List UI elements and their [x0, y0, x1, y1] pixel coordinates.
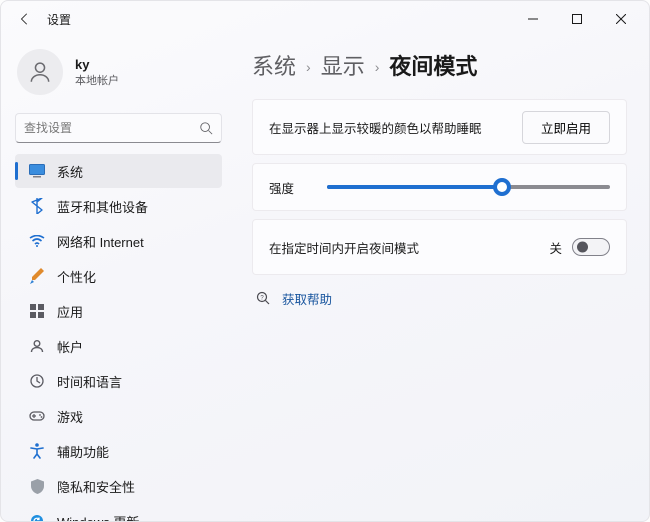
nav-item-privacy[interactable]: 隐私和安全性: [15, 469, 222, 503]
window-title: 设置: [47, 11, 71, 28]
account-icon: [29, 338, 45, 354]
page-title: 夜间模式: [389, 49, 477, 81]
chevron-right-icon: ›: [375, 59, 380, 75]
toggle-knob: [577, 242, 588, 253]
nav-label: 辅助功能: [57, 442, 109, 461]
close-icon: [616, 14, 626, 24]
nav-label: 时间和语言: [57, 372, 122, 391]
search-box[interactable]: [15, 113, 222, 143]
help-section: ? 获取帮助: [252, 289, 627, 308]
bluetooth-icon: [29, 198, 45, 214]
nav-label: 个性化: [57, 267, 96, 286]
schedule-state: 关: [549, 238, 562, 257]
schedule-label: 在指定时间内开启夜间模式: [269, 238, 549, 257]
breadcrumb-root[interactable]: 系统: [252, 49, 296, 81]
enable-description: 在显示器上显示较暖的颜色以帮助睡眠: [269, 118, 510, 137]
nav-item-apps[interactable]: 应用: [15, 294, 222, 328]
nav-item-personalization[interactable]: 个性化: [15, 259, 222, 293]
nav-list: 系统 蓝牙和其他设备 网络和 Internet 个性化 应用: [9, 153, 228, 521]
update-icon: [29, 513, 45, 521]
settings-window: 设置 ky 本地帐户 系统: [0, 0, 650, 522]
minimize-icon: [528, 14, 538, 24]
nav-label: 游戏: [57, 407, 83, 426]
accessibility-icon: [29, 443, 45, 459]
help-icon: ?: [256, 291, 272, 307]
chevron-right-icon: ›: [306, 59, 311, 75]
maximize-button[interactable]: [555, 5, 599, 33]
strength-label: 强度: [269, 178, 309, 197]
breadcrumb: 系统 › 显示 › 夜间模式: [252, 49, 627, 81]
search-icon: [199, 121, 213, 135]
nav-item-gaming[interactable]: 游戏: [15, 399, 222, 433]
nav-label: 隐私和安全性: [57, 477, 135, 496]
close-button[interactable]: [599, 5, 643, 33]
breadcrumb-parent[interactable]: 显示: [321, 49, 365, 81]
sidebar: ky 本地帐户 系统 蓝牙和其他设备 网络和 In: [1, 37, 236, 521]
slider-thumb[interactable]: [493, 178, 511, 196]
slider-fill: [327, 185, 502, 189]
wifi-icon: [29, 233, 45, 249]
nav-item-time-language[interactable]: 时间和语言: [15, 364, 222, 398]
schedule-toggle[interactable]: [572, 238, 610, 256]
nav-item-system[interactable]: 系统: [15, 154, 222, 188]
maximize-icon: [572, 14, 582, 24]
apps-icon: [29, 303, 45, 319]
system-icon: [29, 163, 45, 179]
main-content: 系统 › 显示 › 夜间模式 在显示器上显示较暖的颜色以帮助睡眠 立即启用 强度: [236, 37, 649, 521]
titlebar: 设置: [1, 1, 649, 37]
enable-card: 在显示器上显示较暖的颜色以帮助睡眠 立即启用: [252, 99, 627, 155]
nav-label: 系统: [57, 162, 83, 181]
nav-item-accessibility[interactable]: 辅助功能: [15, 434, 222, 468]
back-button[interactable]: [13, 7, 37, 31]
strength-card: 强度: [252, 163, 627, 211]
brush-icon: [29, 268, 45, 284]
enable-now-button[interactable]: 立即启用: [522, 111, 610, 144]
profile-block[interactable]: ky 本地帐户: [9, 43, 228, 109]
person-icon: [27, 59, 53, 85]
clock-globe-icon: [29, 373, 45, 389]
search-input[interactable]: [24, 121, 199, 135]
arrow-left-icon: [18, 12, 32, 26]
nav-label: 网络和 Internet: [57, 232, 144, 251]
profile-subtitle: 本地帐户: [75, 72, 119, 88]
strength-slider[interactable]: [327, 177, 610, 197]
profile-name: ky: [75, 57, 119, 72]
gaming-icon: [29, 408, 45, 424]
get-help-link[interactable]: 获取帮助: [282, 289, 332, 308]
nav-item-bluetooth[interactable]: 蓝牙和其他设备: [15, 189, 222, 223]
nav-label: Windows 更新: [57, 512, 139, 522]
nav-item-accounts[interactable]: 帐户: [15, 329, 222, 363]
shield-icon: [29, 478, 45, 494]
nav-item-windows-update[interactable]: Windows 更新: [15, 504, 222, 521]
nav-label: 应用: [57, 302, 83, 321]
minimize-button[interactable]: [511, 5, 555, 33]
schedule-card[interactable]: 在指定时间内开启夜间模式 关: [252, 219, 627, 275]
nav-item-network[interactable]: 网络和 Internet: [15, 224, 222, 258]
avatar: [17, 49, 63, 95]
nav-label: 帐户: [57, 337, 83, 356]
nav-label: 蓝牙和其他设备: [57, 197, 148, 216]
